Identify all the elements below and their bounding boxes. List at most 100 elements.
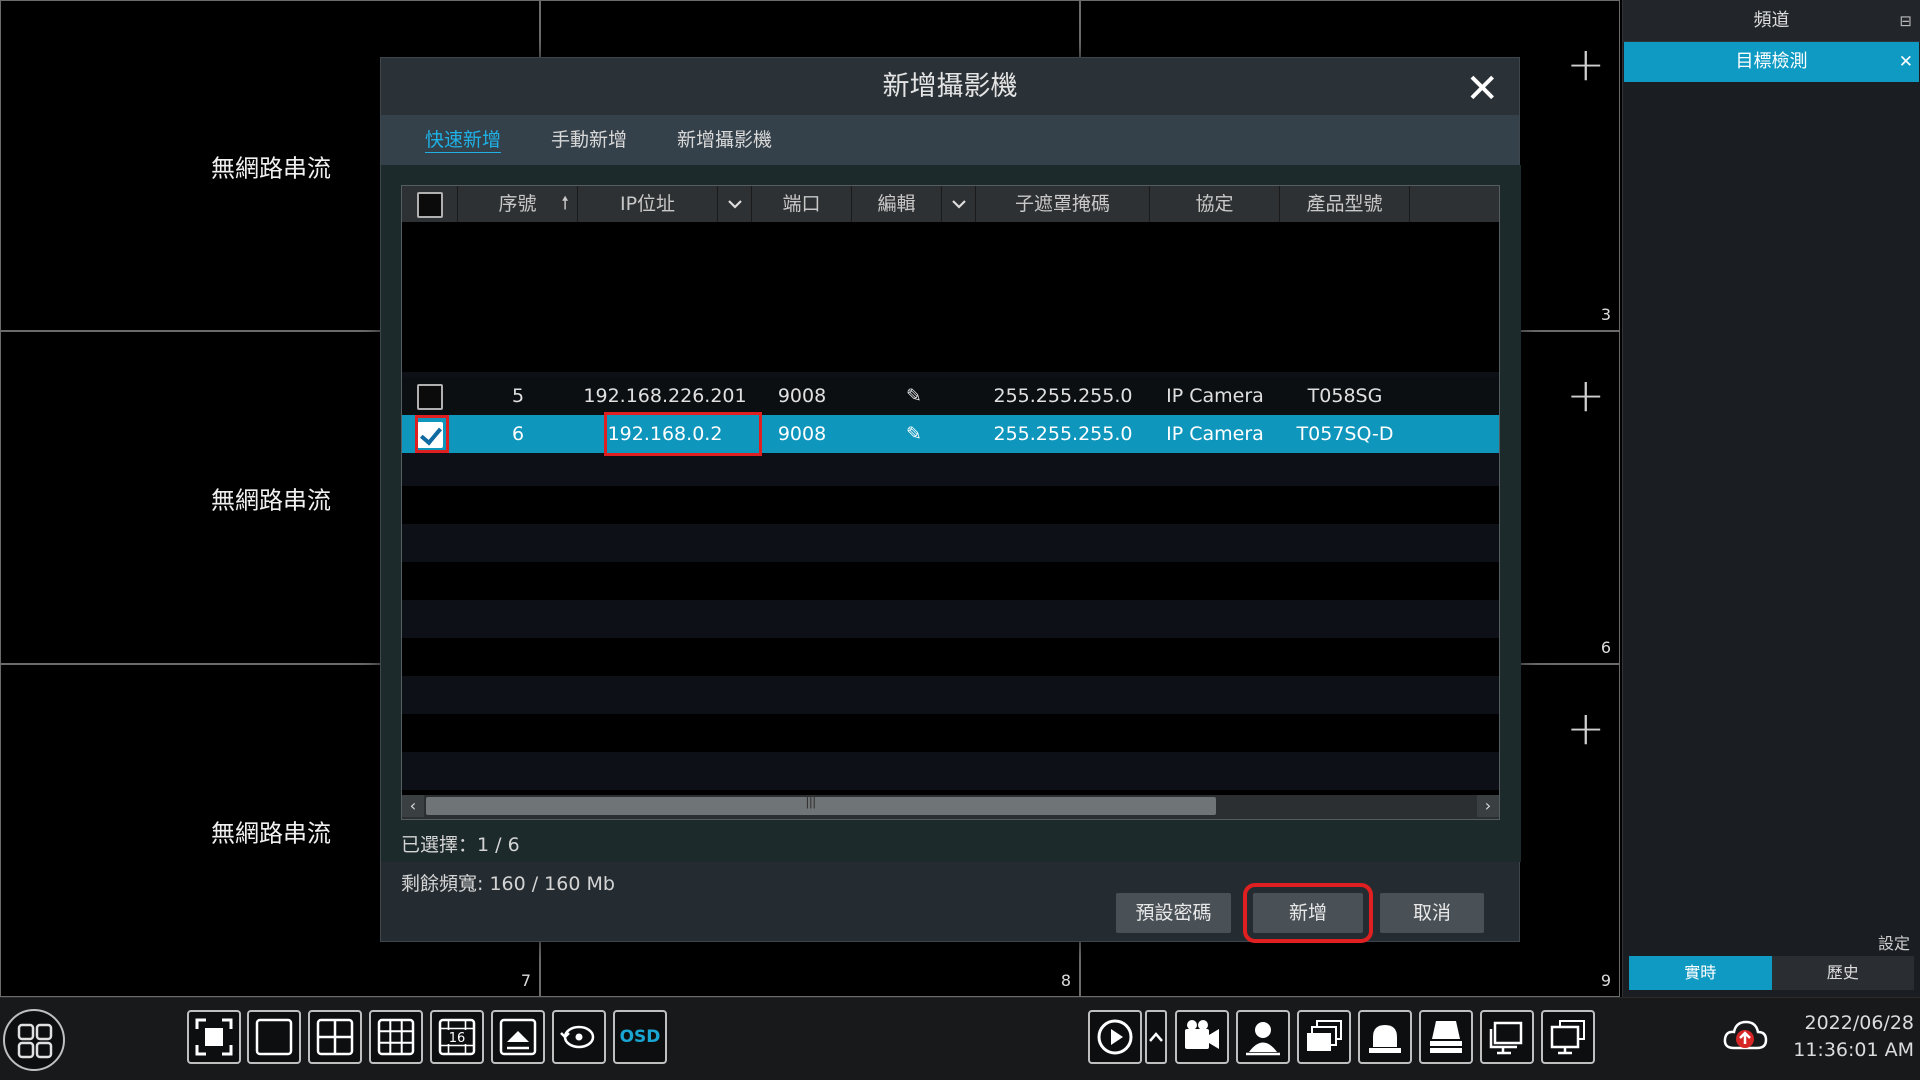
add-camera-plus-icon[interactable]: + (1566, 41, 1605, 87)
table-row-selected[interactable]: 6 192.168.0.2 9008 ✎ 255.255.255.0 IP Ca… (402, 415, 1499, 453)
close-icon[interactable]: ✕ (1465, 66, 1499, 112)
edit-filter-dropdown[interactable] (942, 186, 976, 222)
row-ip: 192.168.226.201 (583, 385, 747, 407)
bottom-toolbar: 16 OSD 2022/06/28 11:36:01 AM (0, 997, 1920, 1080)
picture-in-picture-button[interactable] (491, 1010, 545, 1064)
multi-screen-button[interactable] (1297, 1010, 1351, 1064)
pip-icon (499, 1018, 537, 1056)
add-camera-plus-icon[interactable]: + (1566, 705, 1605, 751)
camera-record-button[interactable] (1175, 1010, 1229, 1064)
cell-number: 3 (1600, 305, 1611, 324)
settings-link[interactable]: 設定 (1878, 930, 1910, 954)
sequence-icon (560, 1025, 595, 1049)
row-subnet-mask: 255.255.255.0 (993, 385, 1133, 407)
person-snapshot-icon (1246, 1022, 1280, 1056)
playback-button[interactable] (1088, 1010, 1142, 1064)
horizontal-scrollbar[interactable]: ‹ ||| › (402, 794, 1499, 819)
snapshot-button[interactable] (1236, 1010, 1290, 1064)
edit-pencil-icon[interactable]: ✎ (852, 377, 976, 415)
fullscreen-icon (195, 1018, 233, 1056)
live-mode-button[interactable]: 實時 (1629, 956, 1772, 990)
layout-4-button[interactable] (308, 1010, 362, 1064)
scrollbar-thumb[interactable]: ||| (426, 794, 1216, 815)
select-all-checkbox[interactable] (416, 191, 443, 218)
add-button[interactable]: 新增 (1243, 883, 1373, 943)
network-button[interactable] (1480, 1010, 1534, 1064)
sequence-button[interactable] (552, 1010, 606, 1064)
layout-1-button[interactable] (247, 1010, 301, 1064)
single-screen-icon (255, 1018, 293, 1056)
tab-manual-add[interactable]: 手動新增 (551, 115, 627, 165)
network-icon (1489, 1021, 1523, 1055)
cell-number: 8 (1060, 971, 1071, 990)
osd-button[interactable]: OSD (613, 1010, 667, 1064)
column-header-model[interactable]: 產品型號 (1280, 186, 1410, 222)
column-header-index-label: 序號 (498, 193, 537, 215)
nine-screen-icon (377, 1018, 415, 1056)
edit-pencil-icon[interactable]: ✎ (852, 415, 976, 453)
row-port: 9008 (777, 385, 827, 407)
row-checkbox[interactable] (417, 383, 443, 410)
empty-row (402, 524, 1499, 562)
cloud-upgrade-button[interactable] (1722, 1016, 1768, 1060)
dialog-title: 新增攝影機 (381, 58, 1519, 115)
stacked-screens-icon (1307, 1020, 1342, 1051)
sort-ascending-icon[interactable]: 🠕 (561, 186, 569, 222)
system-clock: 2022/06/28 11:36:01 AM (1793, 1010, 1914, 1064)
default-password-button[interactable]: 預設密碼 (1116, 893, 1231, 933)
table-row[interactable]: 5 192.168.226.201 9008 ✎ 255.255.255.0 I… (402, 377, 1499, 415)
remaining-bandwidth: 剩餘頻寬: 160 / 160 Mb (401, 873, 615, 895)
play-icon (1097, 1019, 1133, 1055)
checkbox-highlight-box (415, 415, 449, 453)
row-index: 5 (511, 385, 525, 407)
chevron-down-icon (727, 200, 742, 209)
dialog-tabs: 快速新增 手動新增 新增攝影機 (381, 115, 1519, 165)
ip-filter-dropdown[interactable] (718, 186, 752, 222)
display-button[interactable] (1541, 1010, 1595, 1064)
target-detection-tab[interactable]: 目標檢測 ✕ (1624, 42, 1919, 82)
column-header-port[interactable]: 端口 (752, 186, 852, 222)
alarm-button[interactable] (1358, 1010, 1412, 1064)
empty-row (402, 752, 1499, 790)
clock-time: 11:36:01 AM (1793, 1039, 1914, 1061)
column-header-spacer (1410, 186, 1499, 222)
history-mode-button[interactable]: 歷史 (1771, 956, 1914, 990)
quad-screen-icon (316, 1018, 354, 1056)
dialog-body: 序號 🠕 IP位址 端口 編輯 子遮罩掩碼 協定 產品型號 5 192.168.… (381, 165, 1521, 862)
row-subnet-mask: 255.255.255.0 (993, 423, 1133, 445)
empty-row (402, 676, 1499, 714)
empty-row (402, 600, 1499, 638)
layout-9-button[interactable] (369, 1010, 423, 1064)
tab-add-camera[interactable]: 新增攝影機 (677, 115, 772, 165)
add-camera-plus-icon[interactable]: + (1566, 372, 1605, 418)
column-header-subnet-mask[interactable]: 子遮罩掩碼 (976, 186, 1150, 222)
cancel-button[interactable]: 取消 (1380, 893, 1484, 933)
tab-quick-add[interactable]: 快速新增 (425, 115, 501, 165)
empty-row (402, 448, 1499, 486)
playback-mode-switch: 實時 歷史 (1629, 956, 1914, 990)
column-header-index[interactable]: 序號 🠕 (458, 186, 578, 222)
fullscreen-button[interactable] (187, 1010, 241, 1064)
alarm-bell-icon (1369, 1025, 1401, 1053)
monitor-icon (1550, 1020, 1585, 1055)
row-checkbox-cell (402, 377, 458, 415)
row-protocol: IP Camera (1166, 423, 1264, 445)
close-icon[interactable]: ✕ (1899, 42, 1913, 82)
sixteen-screen-icon: 16 (438, 1018, 476, 1056)
select-all-cell (402, 186, 458, 222)
chevron-up-icon (1149, 1032, 1163, 1042)
table-header: 序號 🠕 IP位址 端口 編輯 子遮罩掩碼 協定 產品型號 (402, 186, 1499, 222)
column-header-ip[interactable]: IP位址 (578, 186, 718, 222)
playback-expand-button[interactable] (1145, 1010, 1167, 1064)
column-header-protocol[interactable]: 協定 (1150, 186, 1280, 222)
scroll-right-icon[interactable]: › (1477, 795, 1499, 817)
column-header-edit[interactable]: 編輯 (852, 186, 942, 222)
disk-button[interactable] (1419, 1010, 1473, 1064)
main-menu-button[interactable] (3, 1009, 65, 1071)
pin-icon[interactable]: ⊟ (1899, 0, 1912, 42)
ip-highlight-box (604, 412, 762, 456)
channel-side-panel: 頻道 ⊟ 目標檢測 ✕ 設定 實時 歷史 (1622, 0, 1920, 997)
scroll-left-icon[interactable]: ‹ (402, 795, 424, 817)
layout-16-button[interactable]: 16 (430, 1010, 484, 1064)
side-panel-header: 頻道 ⊟ (1623, 0, 1920, 42)
